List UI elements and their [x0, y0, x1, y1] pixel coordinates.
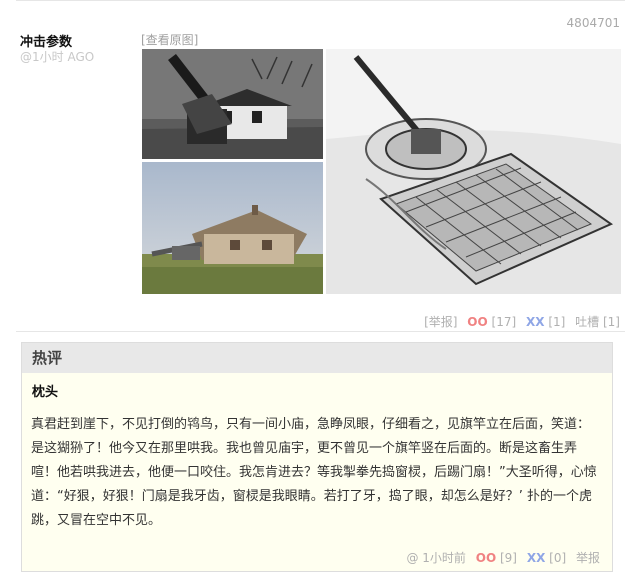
report-link[interactable]: [举报] — [424, 313, 457, 330]
hot-xx-count: [0] — [549, 551, 567, 565]
photo-gun-thatched-house-color[interactable] — [142, 162, 323, 294]
hot-oo-vote-button[interactable]: OO [9] — [476, 551, 517, 565]
hot-comment-text: 真君赶到崖下，不见打倒的鸨鸟，只有一间小庙，急睁凤眼，仔细看之，见旗竿立在后面，… — [31, 417, 597, 528]
oo-count: [17] — [491, 315, 517, 329]
hot-xx-label: XX — [526, 551, 546, 565]
hot-xx-vote-button[interactable]: XX [0] — [527, 551, 566, 565]
hot-oo-count: [9] — [499, 551, 517, 565]
hot-comment-header: 热评 — [22, 343, 612, 373]
hot-comment-box: 热评 枕头 真君赶到崖下，不见打倒的鸨鸟，只有一间小庙，急睁凤眼，仔细看之，见旗… — [21, 342, 613, 572]
hot-comment-time: 1小时前 — [422, 551, 466, 565]
xx-vote-button[interactable]: XX [1] — [526, 315, 565, 329]
hot-oo-label: OO — [475, 551, 497, 565]
hot-report-link[interactable]: 举报 — [576, 549, 600, 566]
section-divider — [16, 331, 625, 332]
photo-bunker-cutaway-drawing[interactable] — [326, 49, 621, 294]
post-actions: [举报] OO [17] XX [1] 吐槽 [1] — [418, 313, 620, 330]
xx-count: [1] — [548, 315, 566, 329]
hot-comment-author[interactable]: 枕头 — [32, 381, 58, 400]
oo-vote-button[interactable]: OO [17] — [467, 315, 516, 329]
post-id: 4804701 — [566, 16, 620, 30]
top-divider — [16, 0, 625, 1]
xx-label: XX — [526, 315, 545, 329]
view-original-link[interactable]: [查看原图] — [141, 31, 198, 48]
photo-gun-house-bw[interactable] — [142, 49, 323, 159]
oo-label: OO — [467, 315, 488, 329]
at-icon: @ — [406, 551, 419, 565]
comment-link[interactable]: 吐槽 [1] — [575, 313, 620, 330]
post-time: @1小时 AGO — [20, 50, 95, 64]
hot-comment-footer: @ 1小时前 OO [9] XX [0] 举报 — [406, 549, 600, 566]
